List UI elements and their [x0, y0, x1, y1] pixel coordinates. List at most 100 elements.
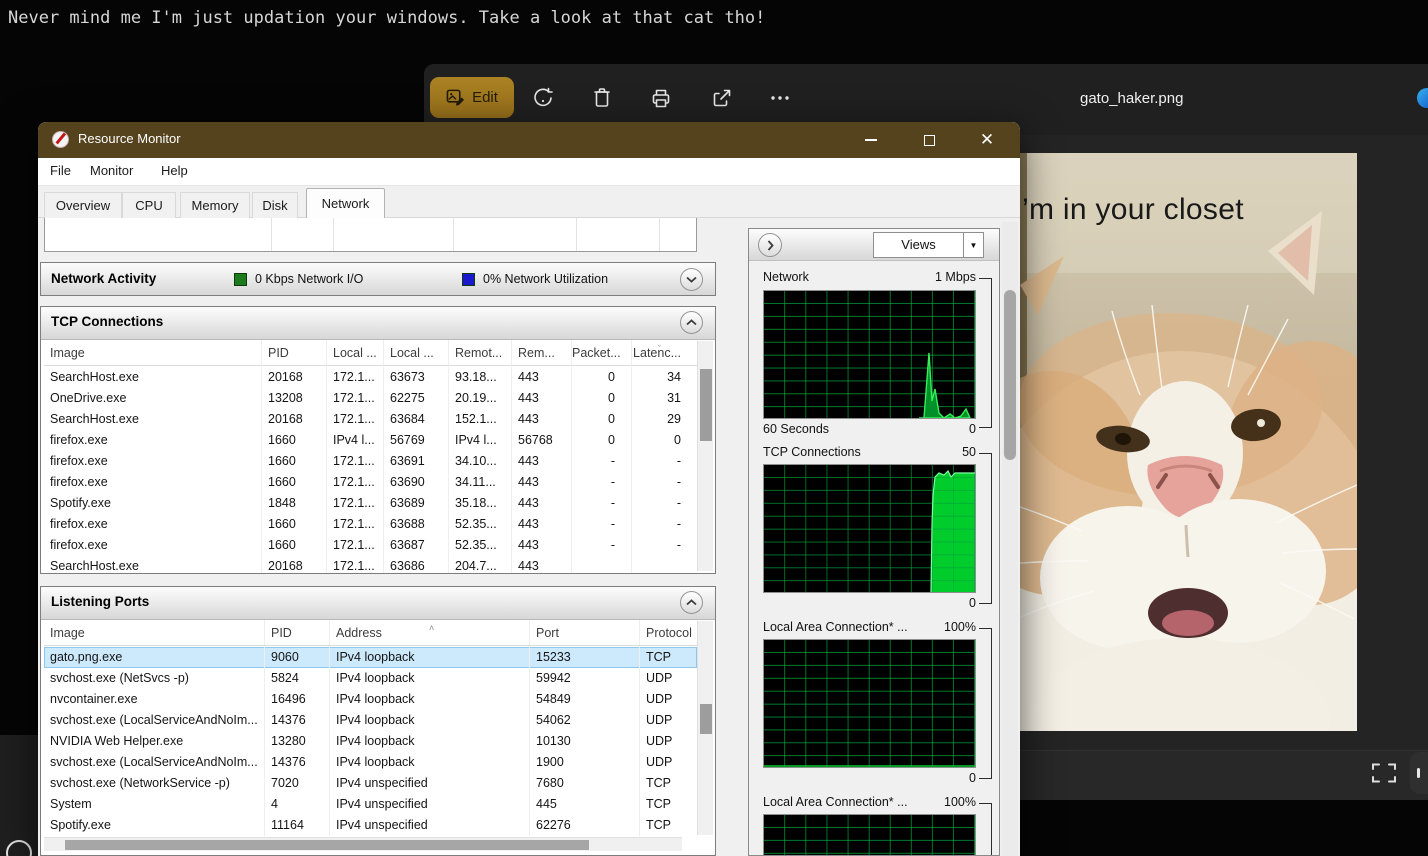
tcp-vertical-scrollbar[interactable] — [697, 341, 713, 571]
close-button[interactable]: ✕ — [964, 122, 1010, 158]
table-row[interactable]: svchost.exe (NetworkService -p)7020IPv4 … — [44, 773, 697, 794]
menu-file[interactable]: File — [50, 163, 71, 178]
views-dropdown[interactable]: Views ▼ — [873, 232, 984, 258]
more-icon[interactable] — [768, 86, 792, 110]
ports-collapse-chevron-up[interactable] — [680, 591, 703, 614]
col-latency[interactable]: Latenc... — [632, 340, 697, 365]
tcp-table-body: SearchHost.exe20168172.1...6367393.18...… — [44, 367, 697, 574]
table-row[interactable]: System4IPv4 unspecified445TCP — [44, 794, 697, 815]
table-cell: 52.35... — [449, 535, 512, 556]
table-cell: IPv4 loopback — [330, 689, 530, 710]
col-local-address[interactable]: Local ... — [327, 340, 384, 365]
table-row[interactable]: SearchHost.exe20168172.1...63686204.7...… — [44, 556, 697, 574]
delete-icon[interactable] — [590, 86, 614, 110]
table-cell: 20168 — [262, 367, 327, 388]
col-image[interactable]: Image — [44, 620, 265, 645]
graph-scale: 50 — [962, 445, 976, 459]
table-cell: 9060 — [265, 647, 330, 668]
table-cell: 172.1... — [327, 409, 384, 430]
table-row[interactable]: Spotify.exe11164IPv4 unspecified62276TCP — [44, 815, 697, 836]
table-cell: 443 — [512, 472, 572, 493]
tcp-graph-footer: 0 — [763, 596, 976, 610]
table-row[interactable]: svchost.exe (NetSvcs -p)5824IPv4 loopbac… — [44, 668, 697, 689]
table-row[interactable]: gato.png.exe9060IPv4 loopback15233TCP — [44, 647, 697, 668]
copilot-icon[interactable] — [1417, 88, 1428, 108]
table-row[interactable]: firefox.exe1660IPv4 l...56769IPv4 l...56… — [44, 430, 697, 451]
table-cell: 63688 — [384, 514, 449, 535]
col-port[interactable]: Port — [530, 620, 640, 645]
col-remote-address[interactable]: Remot... — [449, 340, 512, 365]
fullscreen-icon[interactable] — [1372, 763, 1396, 783]
table-row[interactable]: svchost.exe (LocalServiceAndNoIm...14376… — [44, 752, 697, 773]
cat-photo[interactable]: ’m in your closet — [1020, 153, 1357, 731]
table-row[interactable]: SearchHost.exe20168172.1...63684152.1...… — [44, 409, 697, 430]
resmon-titlebar[interactable]: Resource Monitor ✕ — [38, 122, 1020, 158]
table-cell: 13208 — [262, 388, 327, 409]
col-packets[interactable]: Packet... — [572, 340, 632, 365]
table-cell — [632, 556, 697, 574]
expand-panel-chevron-right[interactable] — [758, 233, 782, 257]
table-row[interactable]: firefox.exe1660172.1...6368752.35...443-… — [44, 535, 697, 556]
scale-bracket — [979, 628, 992, 779]
table-cell: 1660 — [262, 514, 327, 535]
table-cell: 20168 — [262, 409, 327, 430]
chevron-down-icon[interactable]: ▼ — [963, 233, 983, 257]
table-row[interactable]: NVIDIA Web Helper.exe13280IPv4 loopback1… — [44, 731, 697, 752]
tab-overview[interactable]: Overview — [44, 192, 122, 218]
table-cell: IPv4 loopback — [330, 752, 530, 773]
ports-vertical-scrollbar[interactable] — [697, 621, 713, 835]
table-row[interactable]: firefox.exe1660172.1...6369034.11...443-… — [44, 472, 697, 493]
table-row[interactable]: OneDrive.exe13208172.1...6227520.19...44… — [44, 388, 697, 409]
lac1-graph — [763, 639, 976, 768]
col-pid[interactable]: PID — [262, 340, 327, 365]
edit-button[interactable]: Edit — [430, 77, 514, 118]
col-remote-port[interactable]: Rem... — [512, 340, 572, 365]
scale-bracket — [979, 453, 992, 604]
col-local-port[interactable]: Local ... — [384, 340, 449, 365]
resmon-vertical-scrollbar[interactable] — [1002, 222, 1018, 856]
tcp-connections-section: TCP Connections Image PID Local ... Loca… — [40, 306, 716, 574]
table-cell: SearchHost.exe — [44, 409, 262, 430]
col-image[interactable]: Image — [44, 340, 262, 365]
maximize-button[interactable] — [906, 122, 952, 158]
table-row[interactable]: SearchHost.exe20168172.1...6367393.18...… — [44, 367, 697, 388]
tab-disk[interactable]: Disk — [252, 192, 298, 218]
tab-cpu[interactable]: CPU — [122, 192, 176, 218]
table-cell: 443 — [512, 388, 572, 409]
table-cell: 1660 — [262, 472, 327, 493]
collapse-chevron-down[interactable] — [680, 268, 703, 291]
table-cell: 172.1... — [327, 514, 384, 535]
menu-help[interactable]: Help — [161, 163, 188, 178]
minimize-button[interactable] — [848, 122, 894, 158]
table-row[interactable]: nvcontainer.exe16496IPv4 loopback54849UD… — [44, 689, 697, 710]
table-cell: 443 — [512, 514, 572, 535]
screen: Never mind me I'm just updation your win… — [0, 0, 1428, 856]
table-cell: 63687 — [384, 535, 449, 556]
rotate-icon[interactable] — [531, 86, 555, 110]
scrollbar-thumb[interactable] — [1004, 290, 1016, 460]
table-row[interactable]: firefox.exe1660172.1...6369134.10...443-… — [44, 451, 697, 472]
ports-horizontal-scrollbar[interactable] — [44, 837, 682, 851]
col-protocol[interactable]: Protocol — [640, 620, 697, 645]
next-button-partial[interactable] — [1410, 752, 1428, 794]
tab-network[interactable]: Network — [306, 188, 385, 219]
graphs-panel-header: Views ▼ — [749, 229, 999, 261]
table-cell: nvcontainer.exe — [44, 689, 265, 710]
table-row[interactable]: svchost.exe (LocalServiceAndNoIm...14376… — [44, 710, 697, 731]
table-cell: IPv4 loopback — [330, 668, 530, 689]
menu-monitor[interactable]: Monitor — [90, 163, 133, 178]
share-icon[interactable] — [709, 86, 733, 110]
table-row[interactable]: Spotify.exe1848172.1...6368935.18...443-… — [44, 493, 697, 514]
table-cell: 16496 — [265, 689, 330, 710]
lac1-graph-footer: 0 — [763, 771, 976, 785]
table-cell: 35.18... — [449, 493, 512, 514]
table-row[interactable]: firefox.exe1660172.1...6368852.35...443-… — [44, 514, 697, 535]
table-cell: svchost.exe (LocalServiceAndNoIm... — [44, 752, 265, 773]
tcp-collapse-chevron-up[interactable] — [680, 311, 703, 334]
tab-memory[interactable]: Memory — [180, 192, 250, 218]
col-pid[interactable]: PID — [265, 620, 330, 645]
table-cell: 29 — [632, 409, 697, 430]
menu-bar: File Monitor Help — [38, 158, 1020, 186]
print-icon[interactable] — [649, 86, 673, 110]
network-activity-bar: Network Activity 0 Kbps Network I/O 0% N… — [40, 262, 716, 296]
